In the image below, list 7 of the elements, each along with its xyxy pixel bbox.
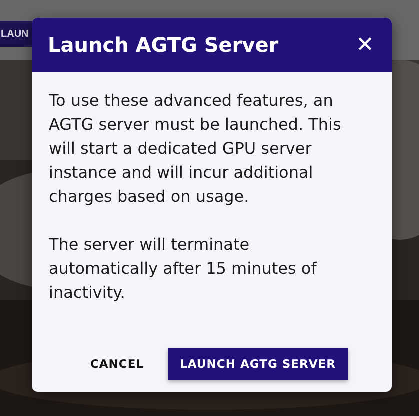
dialog-message: To use these advanced features, an AGTG server must be launched. This will start a dedicated GPU server instance and will incur additional charges based on usage. (49, 90, 342, 208)
dialog-message: The server will terminate automatically after 15 minutes of inactivity. (49, 234, 318, 304)
launch-button[interactable]: LAUN (0, 21, 32, 47)
close-button[interactable]: ✕ (352, 32, 378, 58)
launch-button[interactable]: LAUNCH AGTG SERVER (168, 348, 348, 380)
dialog-title: Launch AGTG Server (48, 33, 279, 57)
cancel-button[interactable]: CANCEL (78, 348, 156, 380)
